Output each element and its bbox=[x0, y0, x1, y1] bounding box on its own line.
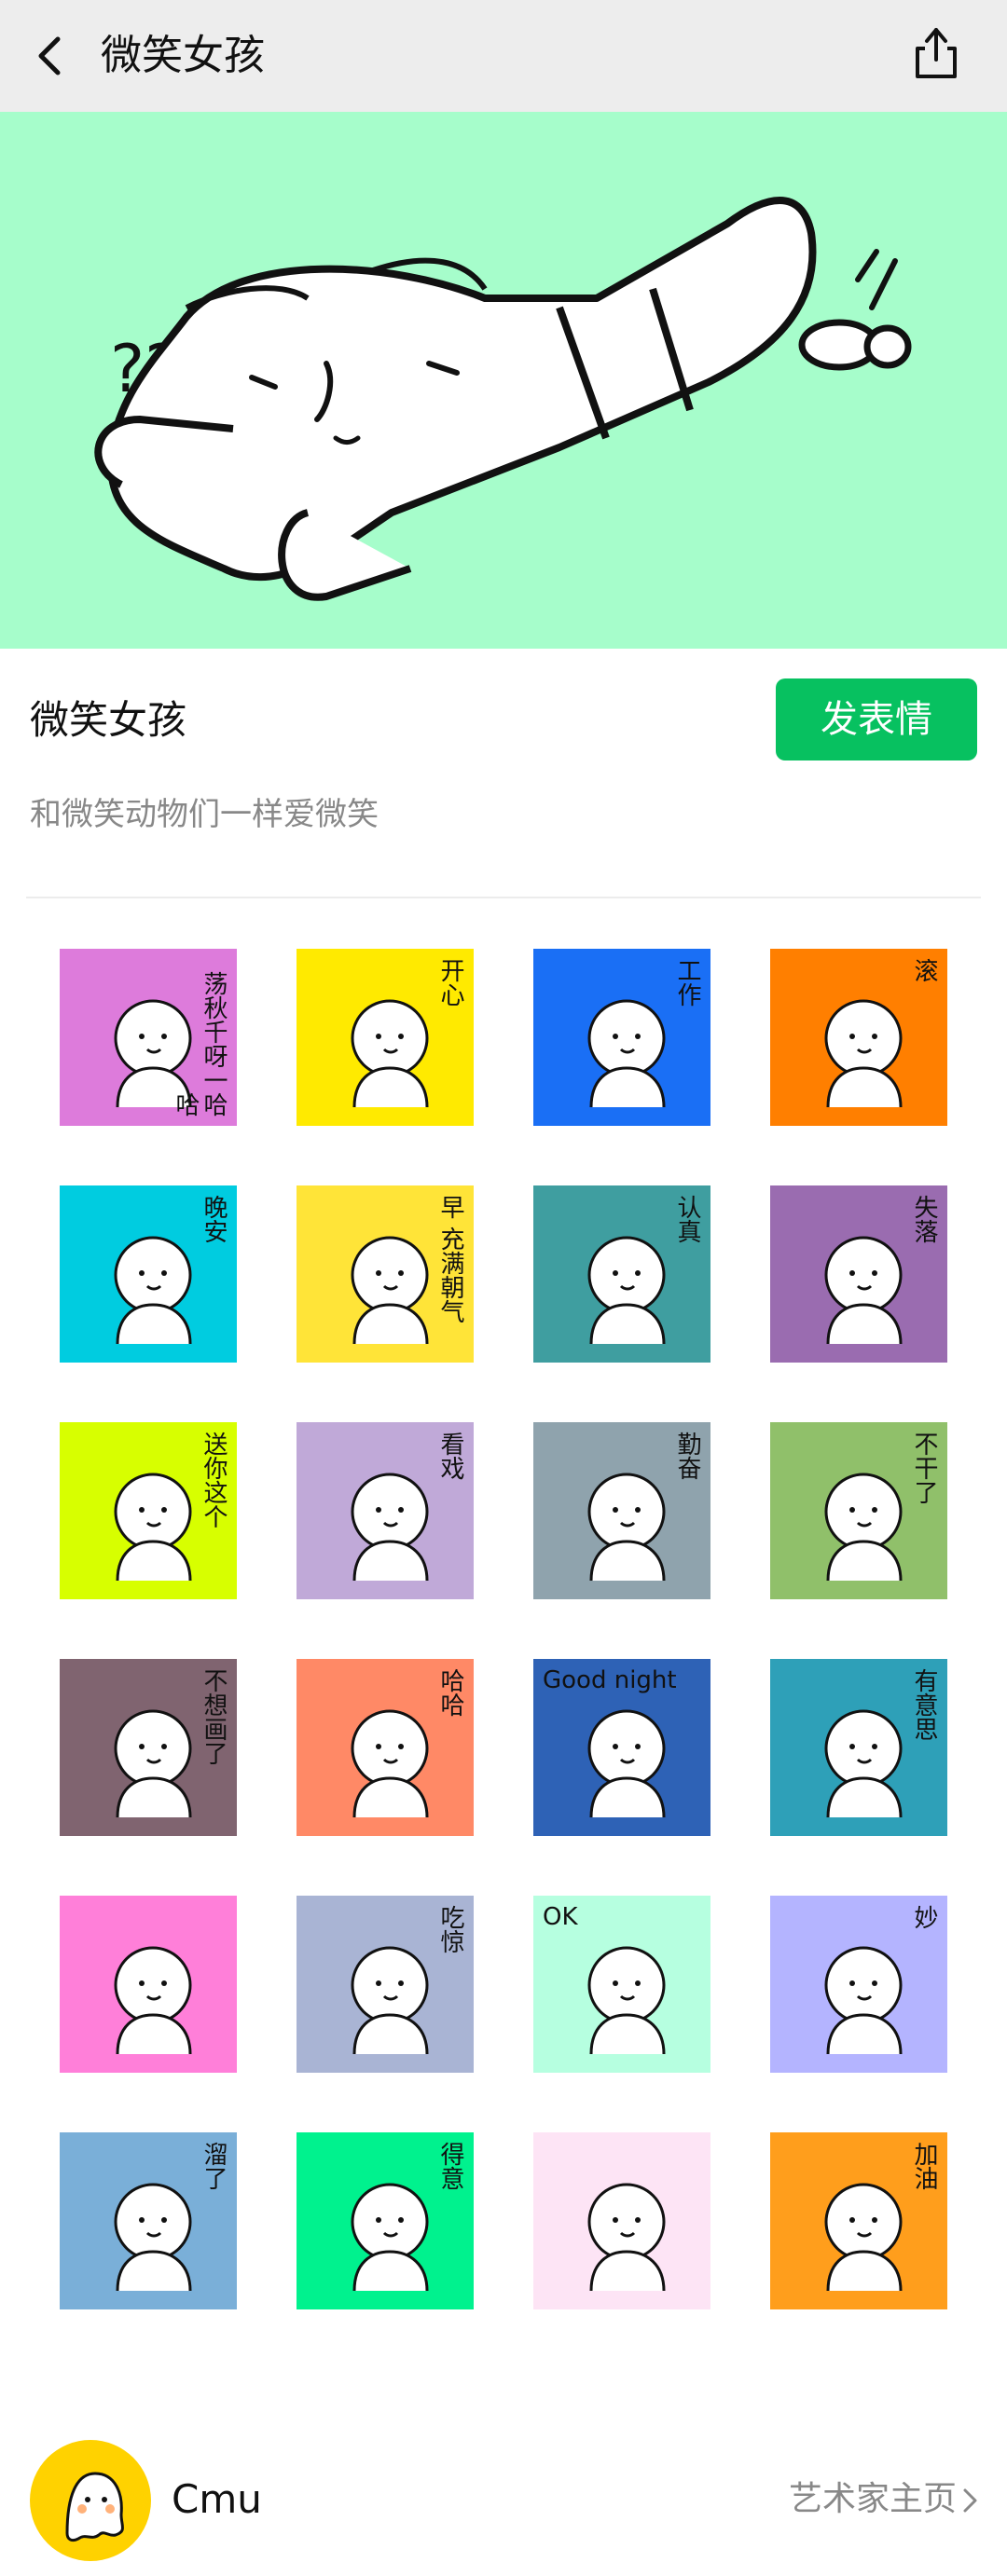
sticker-item[interactable]: 早 充满朝气 bbox=[297, 1185, 474, 1363]
sticker-item[interactable]: 有意思 bbox=[770, 1659, 947, 1836]
artist-homepage-link[interactable]: 艺术家主页 bbox=[789, 2473, 981, 2526]
sticker-text: 不干了 bbox=[910, 1432, 938, 1504]
send-sticker-button[interactable]: 发表情 bbox=[776, 678, 977, 760]
page-title: 微笑女孩 bbox=[101, 32, 265, 79]
ghost-avatar-icon bbox=[65, 2472, 124, 2542]
sticker-illustration bbox=[114, 1946, 192, 2055]
chevron-left-icon bbox=[38, 36, 61, 75]
sticker-text: 看戏 bbox=[436, 1432, 464, 1480]
sticker-item[interactable]: 加油 bbox=[770, 2132, 947, 2309]
sticker-text: 认真 bbox=[673, 1195, 701, 1243]
share-icon bbox=[916, 28, 957, 78]
sticker-item[interactable]: 荡秋千呀一哈哈 bbox=[60, 949, 237, 1126]
sticker-illustration bbox=[587, 2183, 666, 2292]
sticker-item[interactable]: 认真 bbox=[533, 1185, 710, 1363]
sticker-text: OK bbox=[543, 1903, 578, 1931]
sticker-item[interactable]: OK bbox=[533, 1896, 710, 2073]
sticker-item[interactable]: 滚 bbox=[770, 949, 947, 1126]
sticker-pack-banner: ?? bbox=[0, 112, 1007, 649]
sticker-text: 不想画了 bbox=[200, 1668, 228, 1765]
pack-description: 和微笑动物们一样爱微笑 bbox=[30, 796, 379, 833]
sticker-item[interactable]: 勤奋 bbox=[533, 1422, 710, 1599]
sticker-item[interactable]: 送你这个 bbox=[60, 1422, 237, 1599]
chevron-right-icon bbox=[963, 2488, 977, 2513]
navigation-bar: 微笑女孩 bbox=[0, 0, 1007, 112]
sticker-item[interactable]: 看戏 bbox=[297, 1422, 474, 1599]
sticker-item[interactable]: 得意 bbox=[297, 2132, 474, 2309]
sticker-item[interactable] bbox=[533, 2132, 710, 2309]
sticker-text: 滚 bbox=[910, 958, 938, 982]
sticker-item[interactable]: 工作 bbox=[533, 949, 710, 1126]
sticker-text: 妙 bbox=[910, 1905, 938, 1929]
divider bbox=[26, 897, 981, 898]
sticker-text: 荡秋千呀一哈哈 bbox=[172, 971, 228, 1117]
sticker-text: 早 充满朝气 bbox=[436, 1195, 464, 1324]
sticker-item[interactable]: 不想画了 bbox=[60, 1659, 237, 1836]
sticker-item[interactable] bbox=[60, 1896, 237, 2073]
share-button[interactable] bbox=[910, 22, 962, 82]
sticker-item[interactable]: 妙 bbox=[770, 1896, 947, 2073]
artist-homepage-label: 艺术家主页 bbox=[788, 2480, 957, 2518]
sticker-text: 得意 bbox=[436, 2142, 464, 2190]
sticker-item[interactable]: 开心 bbox=[297, 949, 474, 1126]
sticker-text: 晚安 bbox=[200, 1195, 228, 1243]
sticker-text: 失落 bbox=[910, 1195, 938, 1243]
artist-row[interactable]: Cmu 艺术家主页 bbox=[0, 2414, 1007, 2576]
sticker-text: 加油 bbox=[910, 2142, 938, 2190]
sticker-item[interactable]: 吃惊 bbox=[297, 1896, 474, 2073]
sticker-grid: 荡秋千呀一哈哈 开心 工作 滚晚安 早 充满朝气 认真 失落送你这个 看戏 勤奋 不干了不想画了 哈… bbox=[60, 949, 947, 2309]
sticker-text: 有意思 bbox=[910, 1668, 938, 1741]
banner-illustration: ?? bbox=[94, 197, 912, 601]
sticker-item[interactable]: 不干了 bbox=[770, 1422, 947, 1599]
pack-title: 微笑女孩 bbox=[30, 697, 187, 743]
artist-name: Cmu bbox=[172, 2476, 262, 2522]
sticker-text: 开心 bbox=[436, 958, 464, 1007]
sticker-item[interactable]: 溜了 bbox=[60, 2132, 237, 2309]
sticker-item[interactable]: 晚安 bbox=[60, 1185, 237, 1363]
sticker-text: 哈哈 bbox=[436, 1668, 464, 1717]
sticker-item[interactable]: Good night bbox=[533, 1659, 710, 1836]
artist-avatar[interactable] bbox=[30, 2440, 151, 2561]
back-button[interactable] bbox=[30, 28, 75, 84]
sticker-text: 吃惊 bbox=[436, 1905, 464, 1953]
sticker-text: Good night bbox=[543, 1666, 677, 1694]
sticker-text: 溜了 bbox=[200, 2142, 228, 2190]
sticker-item[interactable]: 哈哈 bbox=[297, 1659, 474, 1836]
sticker-text: 勤奋 bbox=[673, 1432, 701, 1480]
sticker-item[interactable]: 失落 bbox=[770, 1185, 947, 1363]
sticker-text: 送你这个 bbox=[200, 1432, 228, 1528]
sticker-text: 工作 bbox=[673, 958, 701, 1007]
